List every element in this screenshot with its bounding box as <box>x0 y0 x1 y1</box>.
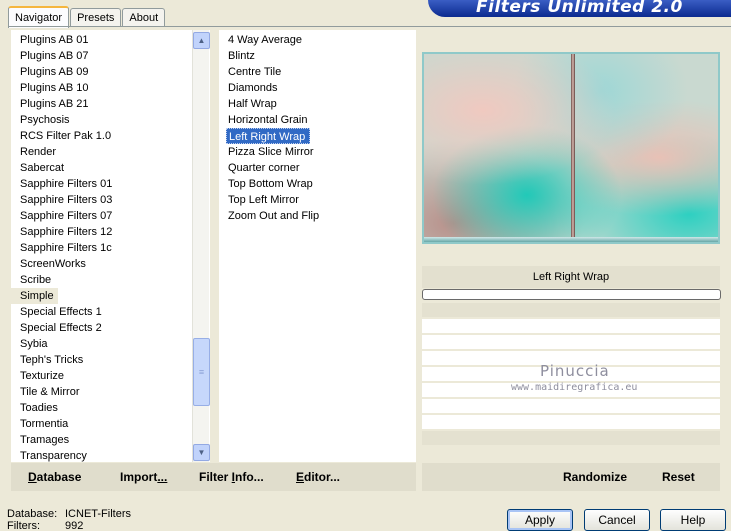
scroll-thumb[interactable]: ≡ <box>193 338 210 406</box>
category-list[interactable]: Plugins AB 01 Plugins AB 07 Plugins AB 09 P… <box>11 32 191 462</box>
import-button[interactable]: Import... <box>120 470 167 484</box>
filter-item[interactable]: Quarter corner <box>219 160 319 176</box>
watermark-url: www.maidiregrafica.eu <box>511 382 638 393</box>
category-item[interactable]: Plugins AB 07 <box>11 48 191 64</box>
category-item[interactable]: Simple <box>11 288 58 304</box>
category-item[interactable]: Psychosis <box>11 112 191 128</box>
status-filters-label: Filters: <box>7 520 40 531</box>
category-item[interactable]: Tile & Mirror <box>11 384 191 400</box>
filter-info-button[interactable]: Filter Info... <box>199 470 264 484</box>
randomize-button[interactable]: Randomize <box>563 470 627 484</box>
filter-item[interactable]: Centre Tile <box>219 64 319 80</box>
category-list-panel: Plugins AB 01 Plugins AB 07 Plugins AB 09 P… <box>11 30 210 462</box>
cancel-button[interactable]: Cancel <box>584 509 650 531</box>
parameter-row <box>422 415 720 431</box>
filter-item[interactable]: Top Left Mirror <box>219 192 319 208</box>
tab-about[interactable]: About <box>122 8 166 27</box>
parameter-row <box>422 399 720 415</box>
category-item[interactable]: Plugins AB 01 <box>11 32 191 48</box>
progress-bar <box>422 289 721 300</box>
category-item[interactable]: Special Effects 1 <box>11 304 191 320</box>
category-item[interactable]: Sybia <box>11 336 191 352</box>
parameter-row <box>422 431 720 447</box>
category-item[interactable]: Tormentia <box>11 416 191 432</box>
filter-item[interactable]: Half Wrap <box>219 96 319 112</box>
status-database: Database: ICNET-Filters <box>7 508 131 520</box>
status-filters: Filters: 992 <box>7 520 83 531</box>
category-item[interactable]: Tramages <box>11 432 191 448</box>
filter-item[interactable]: Pizza Slice Mirror <box>219 144 319 160</box>
filter-item[interactable]: Zoom Out and Flip <box>219 208 319 224</box>
category-item[interactable]: Plugins AB 10 <box>11 80 191 96</box>
app-banner: Filters Unlimited 2.0 <box>428 0 731 17</box>
banner-title: Filters Unlimited 2.0 <box>476 0 683 17</box>
category-item[interactable]: Sapphire Filters 01 <box>11 176 191 192</box>
category-item[interactable]: Sapphire Filters 12 <box>11 224 191 240</box>
parameter-row <box>422 303 720 319</box>
category-item[interactable]: Transparency <box>11 448 191 462</box>
grip-icon: ≡ <box>198 367 205 377</box>
category-item[interactable]: Sapphire Filters 07 <box>11 208 191 224</box>
category-item[interactable]: ScreenWorks <box>11 256 191 272</box>
category-scrollbar[interactable]: ▲ ≡ ▼ <box>192 30 210 462</box>
chevron-up-icon: ▲ <box>197 36 206 45</box>
parameter-row <box>422 319 720 335</box>
scroll-up-button[interactable]: ▲ <box>193 32 210 49</box>
parameter-row <box>422 335 720 351</box>
apply-button[interactable]: Apply <box>507 509 573 531</box>
category-item[interactable]: Sabercat <box>11 160 191 176</box>
reset-button[interactable]: Reset <box>662 470 695 484</box>
category-item[interactable]: Special Effects 2 <box>11 320 191 336</box>
watermark-name: Pinuccia <box>540 362 610 380</box>
status-database-label: Database: <box>7 508 58 520</box>
filter-name-display: Left Right Wrap <box>422 266 720 288</box>
category-item[interactable]: Teph's Tricks <box>11 352 191 368</box>
category-item[interactable]: Sapphire Filters 03 <box>11 192 191 208</box>
wrap-seam <box>571 54 575 242</box>
editor-button[interactable]: Editor... <box>296 470 340 484</box>
left-button-bar: Database Import... Filter Info... Editor… <box>11 463 416 491</box>
tab-navigator[interactable]: Navigator <box>8 6 70 28</box>
preview-image <box>422 52 720 244</box>
category-item[interactable]: Sapphire Filters 1c <box>11 240 191 256</box>
filter-list[interactable]: 4 Way Average Blintz Centre Tile Diamonds Ha… <box>219 32 319 224</box>
scroll-down-button[interactable]: ▼ <box>193 444 210 461</box>
status-database-value: ICNET-Filters <box>65 508 131 520</box>
filter-item[interactable]: Diamonds <box>219 80 319 96</box>
database-button[interactable]: Database <box>28 470 81 484</box>
filter-item[interactable]: 4 Way Average <box>219 32 319 48</box>
category-item[interactable]: Texturize <box>11 368 191 384</box>
category-item[interactable]: Scribe <box>11 272 191 288</box>
filter-item[interactable]: Blintz <box>219 48 319 64</box>
filter-item[interactable]: Left Right Wrap <box>226 128 311 144</box>
tab-strip: Navigator Presets About <box>8 5 166 28</box>
tab-presets[interactable]: Presets <box>70 8 122 27</box>
category-item[interactable]: Plugins AB 09 <box>11 64 191 80</box>
category-item[interactable]: Toadies <box>11 400 191 416</box>
filter-item[interactable]: Horizontal Grain <box>219 112 319 128</box>
chevron-down-icon: ▼ <box>197 448 206 457</box>
tab-divider <box>8 26 731 27</box>
preview-edge <box>424 237 718 242</box>
category-item[interactable]: Render <box>11 144 191 160</box>
category-item[interactable]: RCS Filter Pak 1.0 <box>11 128 191 144</box>
filter-item[interactable]: Top Bottom Wrap <box>219 176 319 192</box>
filter-list-panel: 4 Way Average Blintz Centre Tile Diamonds Ha… <box>219 30 416 462</box>
help-button[interactable]: Help <box>660 509 726 531</box>
status-filters-value: 992 <box>65 520 84 531</box>
right-button-bar: Randomize Reset <box>422 463 720 491</box>
category-item[interactable]: Plugins AB 21 <box>11 96 191 112</box>
